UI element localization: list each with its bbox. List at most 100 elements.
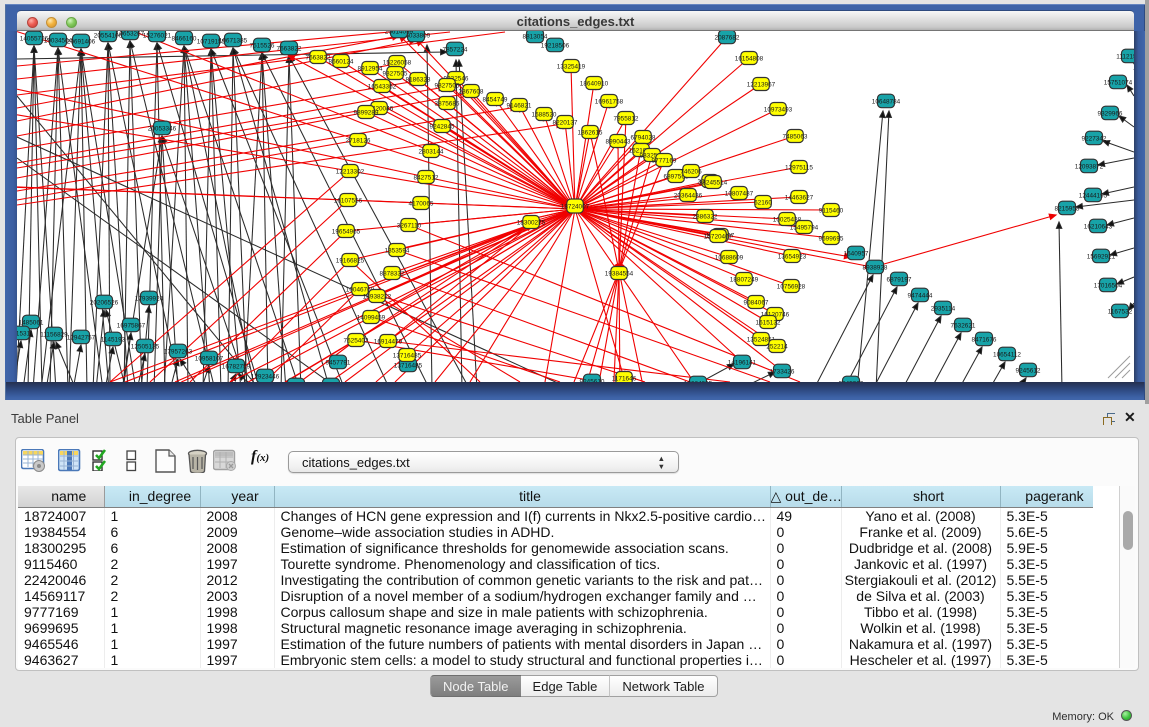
svg-text:2803144: 2803144 — [419, 148, 444, 155]
svg-text:2718126: 2718126 — [346, 137, 371, 144]
svg-text:10807487: 10807487 — [725, 190, 754, 197]
svg-text:15495794: 15495794 — [790, 224, 819, 231]
svg-text:10688609: 10688609 — [715, 254, 744, 261]
svg-text:10973493: 10973493 — [764, 106, 793, 113]
svg-text:8466160: 8466160 — [172, 35, 197, 42]
svg-text:1640957: 1640957 — [844, 250, 869, 257]
svg-text:17939924: 17939924 — [135, 295, 164, 302]
svg-text:15751074: 15751074 — [1104, 79, 1133, 86]
svg-text:14196141: 14196141 — [728, 359, 757, 366]
svg-text:19166825: 19166825 — [336, 257, 365, 264]
svg-text:12942757: 12942757 — [67, 334, 96, 341]
svg-text:20206526: 20206526 — [90, 299, 119, 306]
svg-text:12444195: 12444195 — [1079, 192, 1108, 199]
svg-text:8427512: 8427512 — [414, 174, 439, 181]
svg-text:8813054: 8813054 — [523, 33, 548, 40]
svg-text:11156829: 11156829 — [40, 331, 68, 338]
svg-text:13716485: 13716485 — [393, 352, 422, 359]
svg-text:16210643: 16210643 — [1084, 223, 1113, 230]
svg-text:8912954: 8912954 — [358, 65, 383, 72]
svg-text:18640910: 18640910 — [580, 80, 609, 87]
svg-text:16975867: 16975867 — [117, 322, 146, 329]
svg-text:3915311: 3915311 — [17, 330, 34, 337]
svg-text:1588520: 1588520 — [532, 111, 557, 118]
svg-text:19654965: 19654965 — [332, 228, 361, 235]
svg-text:18300275: 18300275 — [517, 219, 546, 226]
svg-text:10958107: 10958107 — [195, 355, 224, 362]
svg-text:8878332: 8878332 — [380, 270, 405, 277]
svg-text:9329966: 9329966 — [1098, 110, 1123, 117]
svg-text:12213302: 12213302 — [336, 168, 365, 175]
svg-text:16782759: 16782759 — [222, 363, 251, 370]
svg-text:16107556: 16107556 — [334, 197, 363, 204]
svg-text:12213967: 12213967 — [747, 81, 776, 88]
svg-text:8215958: 8215958 — [1055, 205, 1080, 212]
svg-text:3267110: 3267110 — [397, 222, 422, 229]
svg-text:9084067: 9084067 — [744, 299, 769, 306]
svg-text:7955812: 7955812 — [614, 115, 639, 122]
svg-text:1362615: 1362615 — [578, 129, 603, 136]
svg-text:1615132: 1615132 — [756, 319, 781, 326]
svg-text:62160: 62160 — [754, 199, 772, 206]
svg-text:7663822: 7663822 — [277, 45, 302, 52]
svg-text:9146821: 9146821 — [507, 102, 532, 109]
svg-text:15226058: 15226058 — [383, 59, 412, 66]
svg-text:6794028: 6794028 — [631, 134, 656, 141]
svg-text:12923446: 12923446 — [251, 373, 280, 380]
svg-text:16914479: 16914479 — [374, 338, 403, 345]
svg-text:10671385: 10671385 — [219, 37, 248, 44]
svg-text:7485063: 7485063 — [783, 133, 808, 140]
svg-text:1171646: 1171646 — [612, 375, 637, 382]
svg-text:8471676: 8471676 — [972, 336, 997, 343]
svg-text:18724007: 18724007 — [561, 203, 590, 210]
svg-text:9245610: 9245610 — [580, 378, 605, 382]
svg-text:15720407: 15720407 — [704, 233, 733, 240]
svg-text:16961758: 16961758 — [595, 98, 624, 105]
svg-text:9474444: 9474444 — [908, 292, 933, 299]
svg-text:10756928: 10756928 — [777, 283, 806, 290]
svg-text:3875685: 3875685 — [435, 100, 460, 107]
svg-text:10648784: 10648784 — [872, 98, 901, 105]
svg-text:14099459: 14099459 — [357, 314, 386, 321]
svg-text:13654923: 13654923 — [778, 253, 807, 260]
svg-text:9115460: 9115460 — [819, 207, 844, 214]
svg-text:2367608: 2367608 — [459, 88, 484, 95]
svg-text:8938928: 8938928 — [863, 264, 888, 271]
svg-text:12975115: 12975115 — [785, 164, 813, 171]
svg-text:12505135: 12505135 — [131, 343, 160, 350]
svg-text:13664035: 13664035 — [684, 380, 713, 382]
svg-text:15276021: 15276021 — [143, 32, 172, 39]
svg-text:17957263: 17957263 — [164, 348, 193, 355]
svg-text:1485061: 1485061 — [19, 319, 44, 326]
svg-text:8454749: 8454749 — [483, 96, 508, 103]
svg-text:20364436: 20364436 — [674, 192, 703, 199]
svg-text:16154808: 16154808 — [735, 55, 764, 62]
svg-text:10653267: 10653267 — [116, 31, 145, 37]
svg-text:18245514: 18245514 — [699, 179, 728, 186]
svg-text:2935114: 2935114 — [931, 305, 956, 312]
svg-text:2386322: 2386322 — [693, 213, 718, 220]
svg-text:14938222: 14938222 — [363, 293, 392, 300]
svg-text:9227342: 9227342 — [1082, 135, 1107, 142]
svg-text:9899289: 9899289 — [354, 109, 379, 116]
svg-text:8990443: 8990443 — [606, 138, 631, 145]
svg-text:20053346: 20053346 — [148, 125, 177, 132]
svg-text:7632621: 7632621 — [951, 322, 976, 329]
svg-text:7625402: 7625402 — [344, 337, 369, 344]
svg-text:1145193: 1145193 — [101, 336, 126, 343]
svg-text:9242845: 9242845 — [430, 123, 455, 130]
svg-text:9457791: 9457791 — [326, 359, 351, 366]
svg-text:11121504: 11121504 — [1116, 53, 1134, 60]
svg-text:252214: 252214 — [766, 343, 788, 350]
svg-text:7857224: 7857224 — [443, 46, 468, 53]
svg-text:7663822: 7663822 — [306, 54, 331, 61]
svg-text:16543362: 16543362 — [368, 83, 397, 90]
svg-text:9245612: 9245612 — [1016, 367, 1041, 374]
svg-text:10654112: 10654112 — [993, 351, 1021, 358]
svg-text:9327505: 9327505 — [383, 70, 408, 77]
svg-text:9327505: 9327505 — [435, 82, 460, 89]
svg-text:1167532: 1167532 — [1108, 308, 1133, 315]
svg-text:8186328: 8186328 — [406, 76, 431, 83]
svg-text:15692921: 15692921 — [1087, 253, 1116, 260]
svg-text:6879197: 6879197 — [887, 276, 912, 283]
